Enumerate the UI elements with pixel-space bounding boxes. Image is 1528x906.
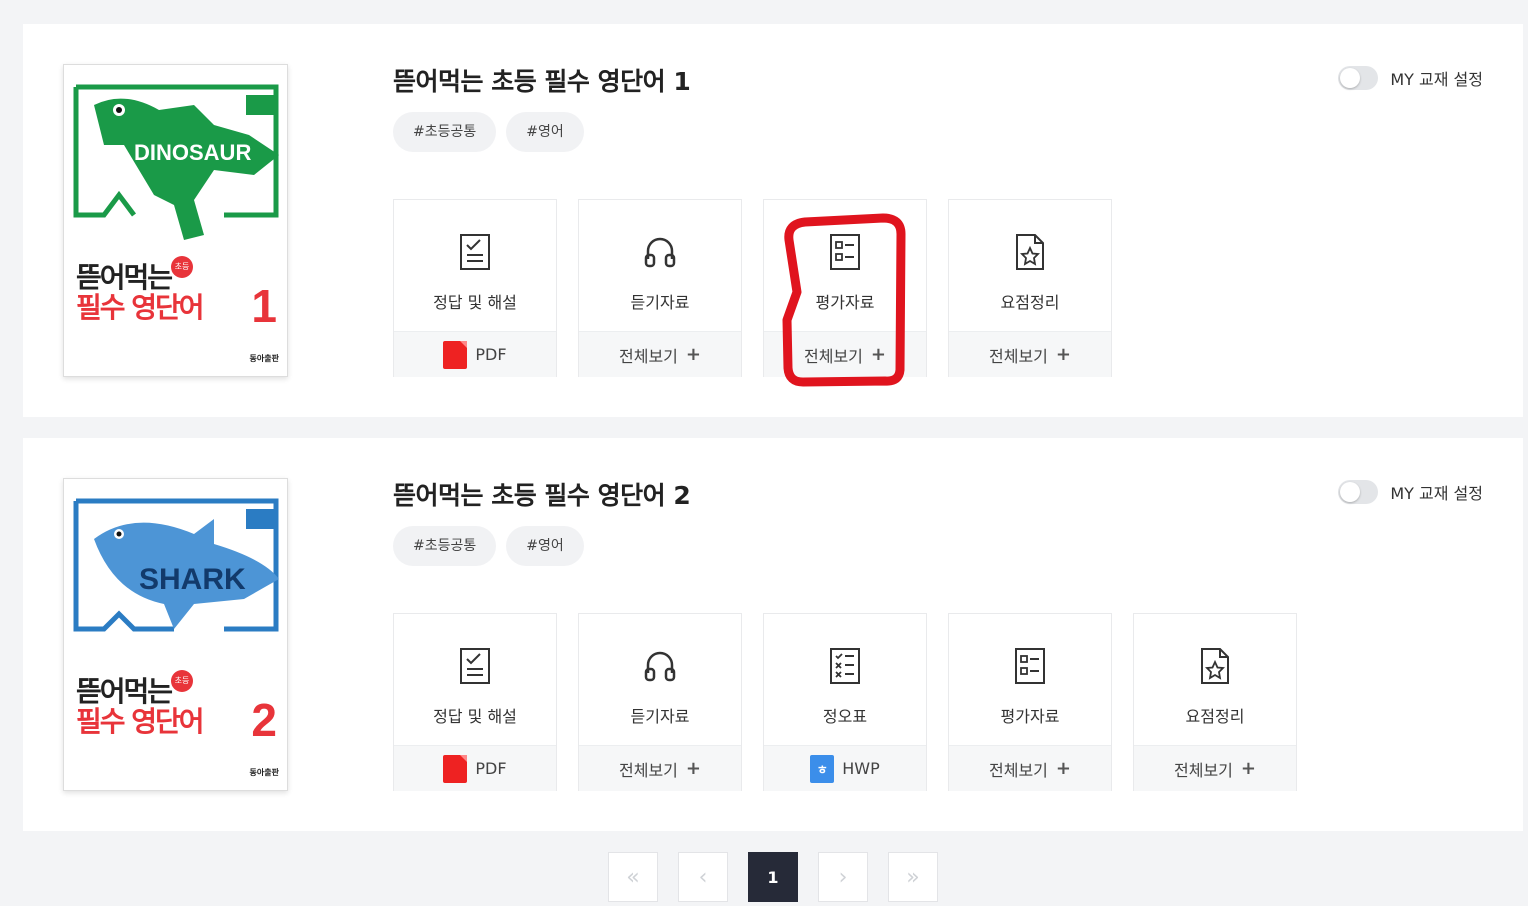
errata-icon <box>830 648 860 684</box>
page-button-current[interactable]: 1 <box>748 852 798 902</box>
resource-errata[interactable]: 정오표 ㅎ HWP <box>763 613 927 791</box>
book-card: SHARK 초등 뜯어먹는 필수 영단어 2 동아출판 뜯어먹는 초등 필수 영… <box>23 438 1523 831</box>
tag[interactable]: #초등공통 <box>393 112 497 152</box>
publisher-logo: 동아출판 <box>249 354 279 363</box>
resource-assessment[interactable]: 평가자료 전체보기 + <box>763 199 927 377</box>
resource-action[interactable]: 전체보기 + <box>579 745 741 791</box>
plus-icon: + <box>1055 344 1071 365</box>
last-page-button[interactable]: » <box>888 852 938 902</box>
star-doc-icon <box>1016 234 1044 270</box>
resource-list: 정답 및 해설 PDF 듣기자료 전체보기 + 평가자료 전체보기 + 요점정리… <box>393 199 1112 377</box>
my-textbook-toggle[interactable] <box>1338 66 1379 90</box>
resource-answer-key[interactable]: 정답 및 해설 PDF <box>393 199 557 377</box>
pagination: « ‹ 1 › » <box>608 852 938 902</box>
my-textbook-setting[interactable]: MY 교재 설정 <box>1338 480 1483 504</box>
plus-icon: + <box>685 758 701 779</box>
checklist-doc-icon <box>460 648 490 684</box>
book-cover[interactable]: SHARK 초등 뜯어먹는 필수 영단어 2 동아출판 <box>63 478 288 791</box>
first-page-button[interactable]: « <box>608 852 658 902</box>
resource-action[interactable]: 전체보기 + <box>949 331 1111 377</box>
resource-label: 요점정리 <box>1185 707 1245 726</box>
cover-title: 뜯어먹는 필수 영단어 <box>76 675 205 738</box>
plus-icon: + <box>1055 758 1071 779</box>
pdf-file-icon <box>443 754 468 783</box>
plus-icon: + <box>685 344 701 365</box>
resource-listening[interactable]: 듣기자료 전체보기 + <box>578 199 742 377</box>
resource-label: 정오표 <box>822 707 868 726</box>
resource-answer-key[interactable]: 정답 및 해설 PDF <box>393 613 557 791</box>
tag-list: #초등공통 #영어 <box>393 526 584 566</box>
tag-list: #초등공통 #영어 <box>393 112 584 152</box>
checklist-doc-icon <box>460 234 490 270</box>
book-title[interactable]: 뜯어먹는 초등 필수 영단어 1 <box>393 62 691 98</box>
tag[interactable]: #영어 <box>506 112 584 152</box>
resource-label: 평가자료 <box>1000 707 1060 726</box>
cover-title: 뜯어먹는 필수 영단어 <box>76 261 205 324</box>
resource-summary[interactable]: 요점정리 전체보기 + <box>1133 613 1297 791</box>
resource-action[interactable]: PDF <box>394 745 556 791</box>
pdf-file-icon <box>443 340 468 369</box>
test-sheet-icon <box>1015 648 1045 684</box>
cover-volume-number: 2 <box>251 694 277 746</box>
resource-label: 듣기자료 <box>630 707 690 726</box>
resource-action[interactable]: 전체보기 + <box>579 331 741 377</box>
headphones-icon <box>644 237 676 268</box>
resource-label: 요점정리 <box>1000 293 1060 312</box>
resource-action[interactable]: 전체보기 + <box>764 331 926 377</box>
resource-list: 정답 및 해설 PDF 듣기자료 전체보기 + 정오표 ㅎ HWP 평가자료 전… <box>393 613 1297 791</box>
tag[interactable]: #영어 <box>506 526 584 566</box>
resource-listening[interactable]: 듣기자료 전체보기 + <box>578 613 742 791</box>
resource-action[interactable]: PDF <box>394 331 556 377</box>
resource-assessment[interactable]: 평가자료 전체보기 + <box>948 613 1112 791</box>
tag[interactable]: #초등공통 <box>393 526 497 566</box>
resource-label: 평가자료 <box>815 293 875 312</box>
resource-label: 듣기자료 <box>630 293 690 312</box>
resource-action[interactable]: 전체보기 + <box>949 745 1111 791</box>
svg-text:DINOSAUR: DINOSAUR <box>134 140 251 165</box>
plus-icon: + <box>870 344 886 365</box>
book-cover[interactable]: DINOSAUR 초등 뜯어먹는 필수 영단어 1 동아출판 <box>63 64 288 377</box>
my-textbook-setting[interactable]: MY 교재 설정 <box>1338 66 1483 90</box>
svg-text:SHARK: SHARK <box>139 563 246 596</box>
resource-label: 정답 및 해설 <box>433 707 517 726</box>
prev-page-button[interactable]: ‹ <box>678 852 728 902</box>
my-textbook-label: MY 교재 설정 <box>1390 484 1483 503</box>
test-sheet-icon <box>830 234 860 270</box>
book-card: DINOSAUR 초등 뜯어먹는 필수 영단어 1 동아출판 뜯어먹는 초등 필… <box>23 24 1523 417</box>
headphones-icon <box>644 651 676 682</box>
resource-label: 정답 및 해설 <box>433 293 517 312</box>
star-doc-icon <box>1201 648 1229 684</box>
publisher-logo: 동아출판 <box>249 768 279 777</box>
next-page-button[interactable]: › <box>818 852 868 902</box>
plus-icon: + <box>1240 758 1256 779</box>
my-textbook-label: MY 교재 설정 <box>1390 70 1483 89</box>
resource-action[interactable]: 전체보기 + <box>1134 745 1296 791</box>
my-textbook-toggle[interactable] <box>1338 480 1379 504</box>
cover-volume-number: 1 <box>251 280 277 332</box>
resource-summary[interactable]: 요점정리 전체보기 + <box>948 199 1112 377</box>
book-title[interactable]: 뜯어먹는 초등 필수 영단어 2 <box>393 476 691 512</box>
resource-action[interactable]: ㅎ HWP <box>764 745 926 791</box>
hwp-file-icon: ㅎ <box>810 754 835 783</box>
